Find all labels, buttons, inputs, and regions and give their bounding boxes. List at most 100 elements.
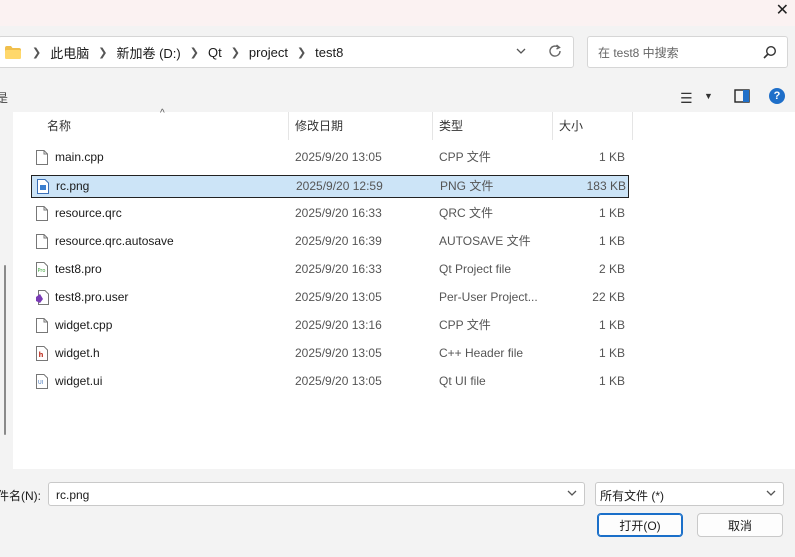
file-modified-date: 2025/9/20 13:05 <box>295 290 382 304</box>
chevron-down-icon[interactable] <box>765 487 777 502</box>
file-modified-date: 2025/9/20 12:59 <box>296 179 383 193</box>
file-type: Qt Project file <box>439 262 512 276</box>
column-header-date[interactable]: 修改日期 <box>295 112 343 140</box>
chevron-right-icon[interactable]: ❯ <box>32 46 41 59</box>
search-icon[interactable] <box>763 45 777 62</box>
cancel-button[interactable]: 取消 <box>697 513 783 537</box>
chevron-right-icon[interactable]: ❯ <box>297 46 306 59</box>
preview-pane-icon[interactable] <box>734 89 750 106</box>
breadcrumb-item-test8[interactable]: test8 <box>315 45 343 60</box>
chevron-down-icon[interactable] <box>566 487 578 502</box>
file-size: 183 KB <box>586 179 626 193</box>
qt-pro-file-icon: Pro <box>36 262 48 280</box>
vs-user-file-icon <box>36 290 49 308</box>
file-type: CPP 文件 <box>439 318 491 332</box>
breadcrumb: ❯ 此电脑 ❯ 新加卷 (D:) ❯ Qt ❯ project ❯ test8 <box>23 37 343 67</box>
breadcrumb-item-qt[interactable]: Qt <box>208 45 222 60</box>
file-row[interactable]: UI widget.ui 2025/9/20 13:05 Qt UI file 1 KB <box>31 371 629 394</box>
file-size: 1 KB <box>598 318 625 332</box>
file-icon <box>36 150 48 168</box>
ui-file-icon: UI <box>36 374 48 392</box>
file-name: resource.qrc <box>55 206 122 220</box>
breadcrumb-item-this-pc[interactable]: 此电脑 <box>50 43 89 62</box>
file-size: 22 KB <box>592 290 625 304</box>
file-row[interactable]: Pro test8.pro 2025/9/20 16:33 Qt Project fi… <box>31 259 629 282</box>
file-name: resource.qrc.autosave <box>55 234 174 248</box>
svg-text:Pro: Pro <box>38 268 46 274</box>
file-type: Per-User Project... <box>439 290 538 304</box>
folder-icon <box>5 46 21 62</box>
help-icon[interactable]: ? <box>769 88 785 104</box>
file-icon <box>36 234 48 252</box>
file-icon <box>36 206 48 224</box>
filename-input[interactable] <box>54 486 558 504</box>
file-type-filter[interactable]: 所有文件 (*) <box>595 482 784 506</box>
file-modified-date: 2025/9/20 16:39 <box>295 234 382 248</box>
file-type: C++ Header file <box>439 346 524 360</box>
svg-text:h: h <box>39 351 44 359</box>
file-row[interactable]: main.cpp 2025/9/20 13:05 CPP 文件 1 KB <box>31 147 629 170</box>
column-divider[interactable] <box>432 112 433 140</box>
file-row[interactable]: resource.qrc 2025/9/20 16:33 QRC 文件 1 KB <box>31 203 629 226</box>
search-input[interactable] <box>596 43 760 63</box>
file-size: 1 KB <box>598 150 625 164</box>
file-size: 1 KB <box>598 346 625 360</box>
file-row[interactable]: rc.png 2025/9/20 12:59 PNG 文件 183 KB <box>31 175 629 198</box>
column-divider[interactable] <box>552 112 553 140</box>
file-type: QRC 文件 <box>439 206 494 220</box>
file-size: 2 KB <box>598 262 625 276</box>
organize-menu-clipped[interactable]: 是 <box>0 89 8 106</box>
chevron-down-icon[interactable]: ▼ <box>704 91 713 101</box>
column-header-type[interactable]: 类型 <box>439 112 463 140</box>
file-icon <box>36 318 48 336</box>
file-row[interactable]: resource.qrc.autosave 2025/9/20 16:39 AUTO… <box>31 231 629 254</box>
file-modified-date: 2025/9/20 16:33 <box>295 206 382 220</box>
column-header-name[interactable]: 名称 <box>47 112 71 140</box>
file-modified-date: 2025/9/20 16:33 <box>295 262 382 276</box>
file-row[interactable]: widget.cpp 2025/9/20 13:16 CPP 文件 1 KB <box>31 315 629 338</box>
title-bar <box>0 0 795 26</box>
file-size: 1 KB <box>598 234 625 248</box>
image-file-icon <box>37 179 49 197</box>
file-name: test8.pro.user <box>55 290 129 304</box>
open-button[interactable]: 打开(O) <box>597 513 683 537</box>
file-size: 1 KB <box>598 374 625 388</box>
file-name: widget.cpp <box>55 318 113 332</box>
file-type: CPP 文件 <box>439 150 491 164</box>
file-modified-date: 2025/9/20 13:05 <box>295 150 382 164</box>
nav-pane-scrollbar[interactable] <box>4 265 6 435</box>
history-dropdown-icon[interactable] <box>515 45 527 60</box>
breadcrumb-item-project[interactable]: project <box>249 45 288 60</box>
breadcrumb-item-drive-d[interactable]: 新加卷 (D:) <box>116 43 180 62</box>
column-divider[interactable] <box>632 112 633 140</box>
refresh-icon[interactable] <box>547 43 563 64</box>
file-type: PNG 文件 <box>440 179 494 193</box>
chevron-right-icon[interactable]: ❯ <box>231 46 240 59</box>
search-box[interactable] <box>587 36 788 68</box>
file-type: Qt UI file <box>439 374 486 388</box>
file-name: test8.pro <box>55 262 102 276</box>
address-bar[interactable]: ❯ 此电脑 ❯ 新加卷 (D:) ❯ Qt ❯ project ❯ test8 <box>0 36 574 68</box>
column-divider[interactable] <box>288 112 289 140</box>
command-bar <box>0 82 795 112</box>
file-name: rc.png <box>56 179 90 193</box>
file-type-filter-value: 所有文件 (*) <box>600 489 664 503</box>
file-modified-date: 2025/9/20 13:16 <box>295 318 382 332</box>
file-row[interactable]: test8.pro.user 2025/9/20 13:05 Per-User Pr… <box>31 287 629 310</box>
header-file-icon: h <box>36 346 48 364</box>
file-name: main.cpp <box>55 150 104 164</box>
file-size: 1 KB <box>598 206 625 220</box>
file-name: widget.ui <box>55 374 103 388</box>
svg-text:UI: UI <box>38 380 43 386</box>
file-name: widget.h <box>55 346 100 360</box>
close-icon[interactable]: ✕ <box>776 1 789 21</box>
file-modified-date: 2025/9/20 13:05 <box>295 374 382 388</box>
chevron-right-icon[interactable]: ❯ <box>98 46 107 59</box>
chevron-right-icon[interactable]: ❯ <box>190 46 199 59</box>
filename-label: 件名(N): <box>0 489 41 503</box>
filename-combobox[interactable] <box>48 482 585 506</box>
file-row[interactable]: h widget.h 2025/9/20 13:05 C++ Header file 1… <box>31 343 629 366</box>
sort-ascending-icon: ^ <box>160 108 165 119</box>
view-menu-icon[interactable]: ☰ <box>680 90 693 107</box>
column-header-size[interactable]: 大小 <box>559 112 583 140</box>
